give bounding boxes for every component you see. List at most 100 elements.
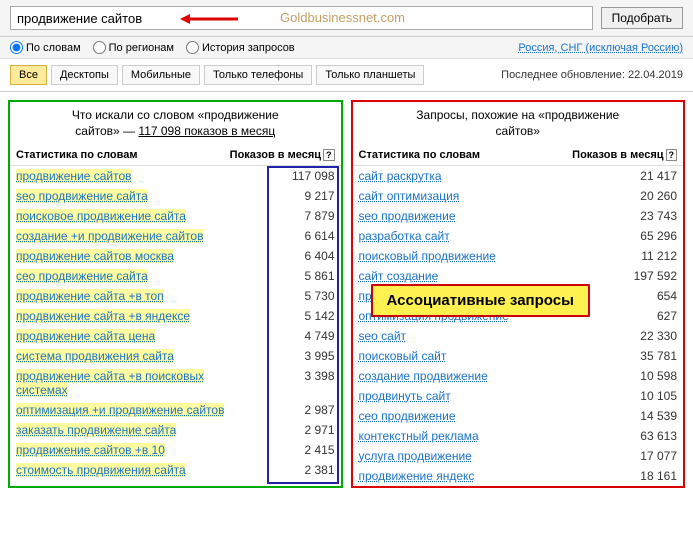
count-cell: 117 098 [235, 169, 335, 183]
keyword-cell: сео продвижение сайта [16, 269, 235, 283]
keyword-link[interactable]: заказать продвижение сайта [16, 423, 176, 437]
keyword-link[interactable]: seo продвижение [359, 209, 456, 223]
keyword-link[interactable]: продвижение сайта +в поисковых системах [16, 369, 204, 397]
count-cell: 6 614 [235, 229, 335, 243]
table-row: разработка сайт65 296 [353, 226, 684, 246]
keyword-link[interactable]: система продвижения сайта [16, 349, 174, 363]
last-update: Последнее обновление: 22.04.2019 [501, 69, 683, 81]
keyword-link[interactable]: продвижение сайта +в топ [16, 289, 164, 303]
count-cell: 63 613 [577, 429, 677, 443]
count-cell: 17 077 [577, 449, 677, 463]
keyword-link[interactable]: поисковый продвижение [359, 249, 496, 263]
keyword-link[interactable]: разработка сайт [359, 229, 450, 243]
filter-row: По словам По регионам История запросов Р… [0, 37, 693, 59]
keyword-cell: сайт раскрутка [359, 169, 578, 183]
table-row: поисковый продвижение11 212 [353, 246, 684, 266]
right-rows: сайт раскрутка21 417сайт оптимизация20 2… [353, 166, 684, 486]
table-row: поисковое продвижение сайта 7 879 [10, 206, 341, 226]
keyword-link[interactable]: seo сайт [359, 329, 407, 343]
table-row: seo продвижение23 743 [353, 206, 684, 226]
keyword-link[interactable]: сео продвижение [359, 409, 456, 423]
keyword-cell: seo продвижение сайта [16, 189, 235, 203]
count-cell: 21 417 [577, 169, 677, 183]
keyword-link[interactable]: оптимизация +и продвижение сайтов [16, 403, 224, 417]
search-input[interactable] [10, 6, 593, 30]
keyword-link[interactable]: услуга продвижение [359, 449, 472, 463]
radio-by-regions-input[interactable] [93, 41, 106, 54]
region-link[interactable]: Россия, СНГ (исключая Россию) [518, 42, 683, 54]
pick-button[interactable]: Подобрать [601, 7, 683, 29]
help-icon[interactable]: ? [323, 149, 335, 161]
keyword-cell: поисковый сайт [359, 349, 578, 363]
count-cell: 35 781 [577, 349, 677, 363]
tab-phones[interactable]: Только телефоны [204, 65, 312, 85]
keyword-cell: разработка сайт [359, 229, 578, 243]
count-cell: 10 598 [577, 369, 677, 383]
keyword-link[interactable]: сайт раскрутка [359, 169, 442, 183]
keyword-cell: система продвижения сайта [16, 349, 235, 363]
table-row: продвижение сайта цена4 749 [10, 326, 341, 346]
right-table-head: Статистика по словам Показов в месяц? [353, 145, 684, 166]
keyword-link[interactable]: создание продвижение [359, 369, 488, 383]
radio-history-input[interactable] [186, 41, 199, 54]
keyword-cell: продвижение сайта +в поисковых системах [16, 369, 235, 397]
keyword-cell: создание +и продвижение сайтов [16, 229, 235, 243]
keyword-link[interactable]: seo продвижение сайта [16, 189, 148, 203]
radio-by-words[interactable]: По словам [10, 41, 81, 54]
th-words: Статистика по словам [16, 149, 227, 161]
left-table-head: Статистика по словам Показов в месяц? [10, 145, 341, 166]
keyword-cell: услуга продвижение [359, 449, 578, 463]
keyword-link[interactable]: поисковый сайт [359, 349, 447, 363]
radio-by-words-input[interactable] [10, 41, 23, 54]
count-cell: 627 [577, 309, 677, 323]
right-title-1: Запросы, похожие на «продвижение [416, 108, 619, 122]
table-row: поисковый сайт 35 781 [353, 346, 684, 366]
left-title-1: Что искали со словом «продвижение [72, 108, 279, 122]
table-row: стоимость продвижения сайта2 381 [10, 460, 341, 480]
keyword-link[interactable]: продвижение сайтов [16, 169, 132, 183]
keyword-cell: сайт создание [359, 269, 578, 283]
keyword-link[interactable]: контекстный реклама [359, 429, 479, 443]
keyword-cell: поисковый продвижение [359, 249, 578, 263]
radio-by-regions[interactable]: По регионам [93, 41, 174, 54]
radio-history[interactable]: История запросов [186, 41, 295, 54]
table-row: создание +и продвижение сайтов 6 614 [10, 226, 341, 246]
keyword-link[interactable]: поисковое продвижение сайта [16, 209, 186, 223]
right-header: Запросы, похожие на «продвижение сайтов» [353, 102, 684, 145]
table-row: продвижение яндекс18 161 [353, 466, 684, 486]
right-column: Запросы, похожие на «продвижение сайтов»… [351, 100, 686, 488]
keyword-link[interactable]: продвинуть сайт [359, 389, 451, 403]
help-icon[interactable]: ? [666, 149, 678, 161]
count-cell: 197 592 [577, 269, 677, 283]
keyword-link[interactable]: продвижение сайта +в яндексе [16, 309, 190, 323]
keyword-cell: продвижение сайтов москва [16, 249, 235, 263]
count-cell: 2 987 [235, 403, 335, 417]
keyword-cell: оптимизация +и продвижение сайтов [16, 403, 235, 417]
th-count: Показов в месяц? [227, 149, 335, 161]
count-cell: 7 879 [235, 209, 335, 223]
table-row: продвижение сайтов 117 098 [10, 166, 341, 186]
keyword-link[interactable]: сайт создание [359, 269, 439, 283]
tab-desktops[interactable]: Десктопы [51, 65, 118, 85]
keyword-link[interactable]: продвижение сайта цена [16, 329, 155, 343]
table-row: сайт раскрутка 21 417 [353, 166, 684, 186]
keyword-link[interactable]: продвижение сайтов +в 10 [16, 443, 165, 457]
left-header: Что искали со словом «продвижение сайтов… [10, 102, 341, 145]
keyword-link[interactable]: сео продвижение сайта [16, 269, 148, 283]
keyword-link[interactable]: продвижение яндекс [359, 469, 475, 483]
tab-tablets[interactable]: Только планшеты [316, 65, 424, 85]
keyword-cell: создание продвижение [359, 369, 578, 383]
tab-all[interactable]: Все [10, 65, 47, 85]
radio-history-label: История запросов [202, 42, 295, 54]
tab-mobiles[interactable]: Мобильные [122, 65, 200, 85]
keyword-link[interactable]: продвижение сайтов москва [16, 249, 174, 263]
radio-group: По словам По регионам История запросов [10, 41, 295, 54]
keyword-link[interactable]: сайт оптимизация [359, 189, 460, 203]
keyword-cell: seo продвижение [359, 209, 578, 223]
keyword-link[interactable]: стоимость продвижения сайта [16, 463, 186, 477]
keyword-cell: продвижение сайтов [16, 169, 235, 183]
table-row: сео продвижение14 539 [353, 406, 684, 426]
assoc-badge: Ассоциативные запросы [371, 284, 590, 317]
keyword-link[interactable]: создание +и продвижение сайтов [16, 229, 203, 243]
keyword-cell: сео продвижение [359, 409, 578, 423]
